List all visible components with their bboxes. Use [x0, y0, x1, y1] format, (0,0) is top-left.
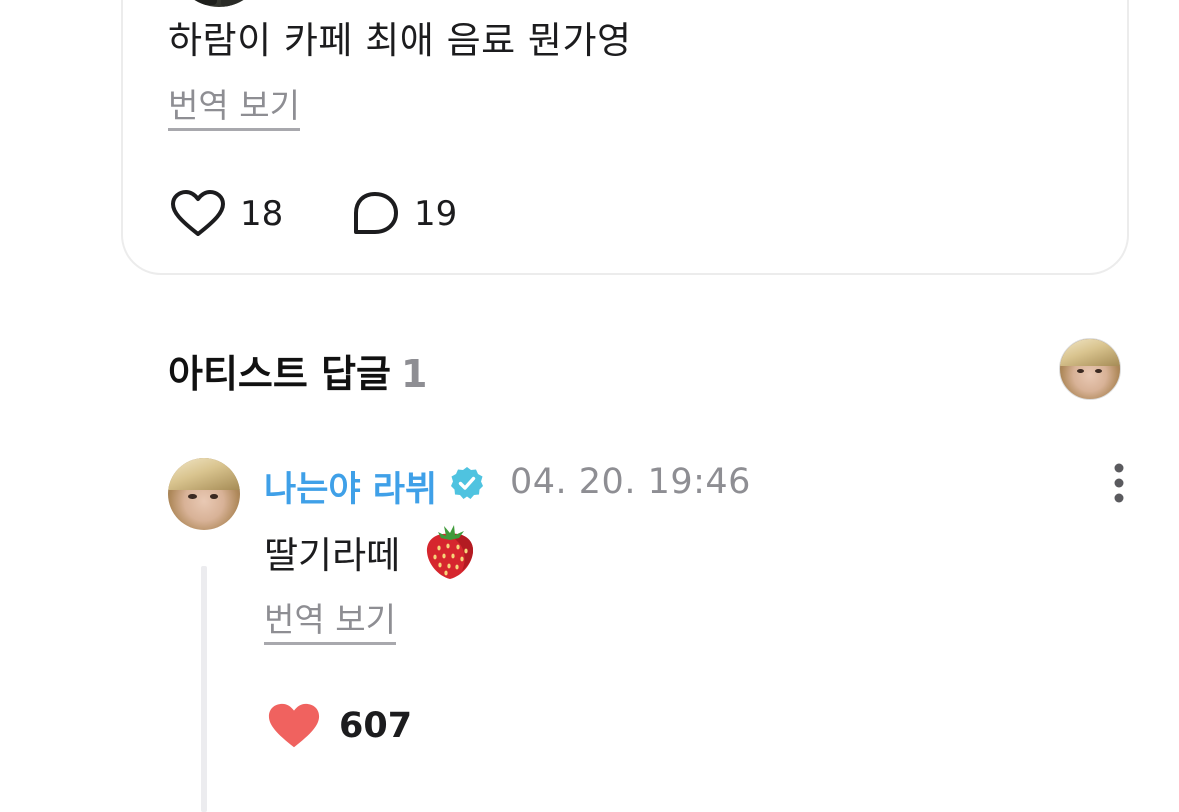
post-like-count: 18 — [240, 194, 284, 234]
artist-replies-title: 아티스트 답글 — [168, 352, 391, 396]
more-vertical-icon[interactable] — [1102, 460, 1136, 506]
post-author-avatar[interactable] — [173, 0, 265, 7]
reply-like-button[interactable]: 607 — [267, 702, 412, 750]
reply-author-name[interactable]: 나는야 라뷔 — [264, 461, 437, 512]
thread-line — [201, 566, 207, 812]
post-text: 하람이 카페 최애 음료 뭔가영 — [168, 19, 632, 62]
reply-like-count: 607 — [339, 706, 413, 746]
reply-author-avatar[interactable] — [168, 458, 240, 530]
post-comment-count: 19 — [414, 194, 458, 234]
reply-translate-link[interactable]: 번역 보기 — [264, 601, 396, 646]
post-translate-link[interactable]: 번역 보기 — [168, 87, 300, 132]
comment-bubble-icon — [354, 192, 398, 234]
reply-timestamp: 04. 20. 19:46 — [510, 462, 751, 502]
artist-replies-count: 1 — [401, 352, 428, 396]
heart-outline-icon — [171, 190, 225, 236]
artist-avatar[interactable] — [1059, 338, 1121, 400]
reply-text: 딸기라떼 — [264, 534, 401, 577]
artist-replies-heading: 아티스트 답글 1 — [168, 343, 427, 398]
post-comment-button[interactable]: 19 — [350, 190, 457, 238]
verified-badge-icon — [451, 467, 483, 499]
heart-filled-icon — [268, 703, 320, 748]
post-like-button[interactable]: 18 — [170, 190, 283, 238]
strawberry-emoji-icon — [426, 525, 474, 579]
